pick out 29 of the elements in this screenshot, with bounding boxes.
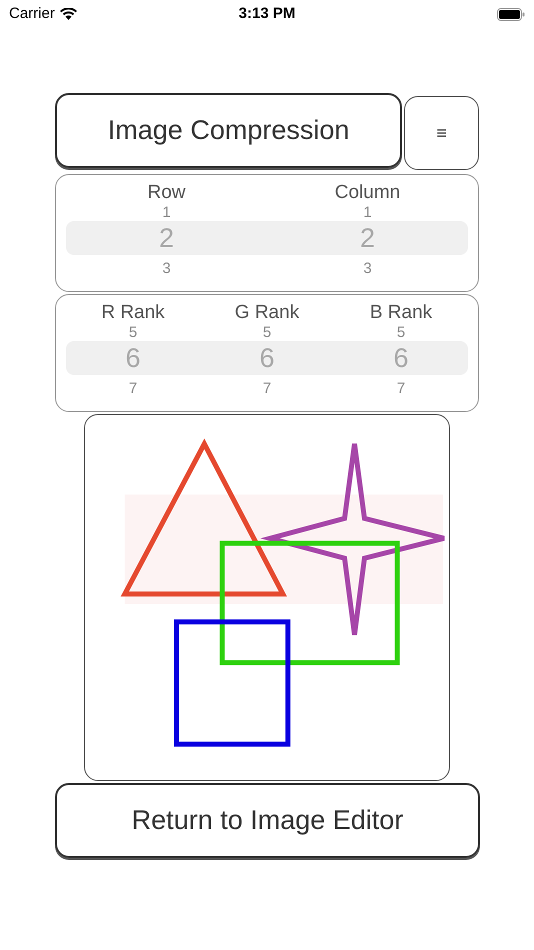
clock-time: 3:13 PM (238, 4, 296, 24)
picker-wheel[interactable]: R Rank G Rank B Rank 5 5 5 6 6 6 7 7 7 (55, 294, 479, 412)
picker-label: B Rank (370, 301, 432, 325)
picker-value[interactable]: 7 (262, 381, 272, 397)
picker-value[interactable]: 3 (162, 261, 171, 277)
picker-value[interactable]: 6 (125, 342, 141, 374)
picker-value[interactable]: 1 (363, 205, 372, 221)
picker-value[interactable]: 7 (128, 381, 138, 397)
menu-button[interactable]: ≡ (404, 96, 479, 170)
picker-value[interactable]: 1 (162, 205, 171, 221)
carrier-label: Carrier (9, 4, 55, 24)
picker-value[interactable]: 2 (360, 222, 376, 254)
picker-value[interactable]: 7 (396, 381, 406, 397)
picker-label: Row (147, 181, 186, 205)
wifi-icon (60, 8, 77, 20)
title-button[interactable]: Image Compression (55, 93, 402, 168)
return-button[interactable]: Return to Image Editor (55, 783, 480, 858)
picker-value[interactable]: 6 (259, 342, 275, 374)
picker-label: G Rank (234, 301, 300, 325)
picker-value[interactable]: 5 (262, 325, 272, 341)
picker-value[interactable]: 2 (158, 222, 174, 254)
picker-wheel[interactable]: Row Column 1 1 2 2 3 3 (55, 174, 479, 292)
picker-value[interactable]: 6 (393, 342, 409, 374)
picker-value[interactable]: 5 (128, 325, 138, 341)
picker-label: Column (334, 181, 400, 205)
picker-value[interactable]: 5 (396, 325, 406, 341)
battery-icon (496, 8, 525, 20)
picker-value[interactable]: 3 (363, 261, 372, 277)
picker-label: R Rank (101, 301, 165, 325)
